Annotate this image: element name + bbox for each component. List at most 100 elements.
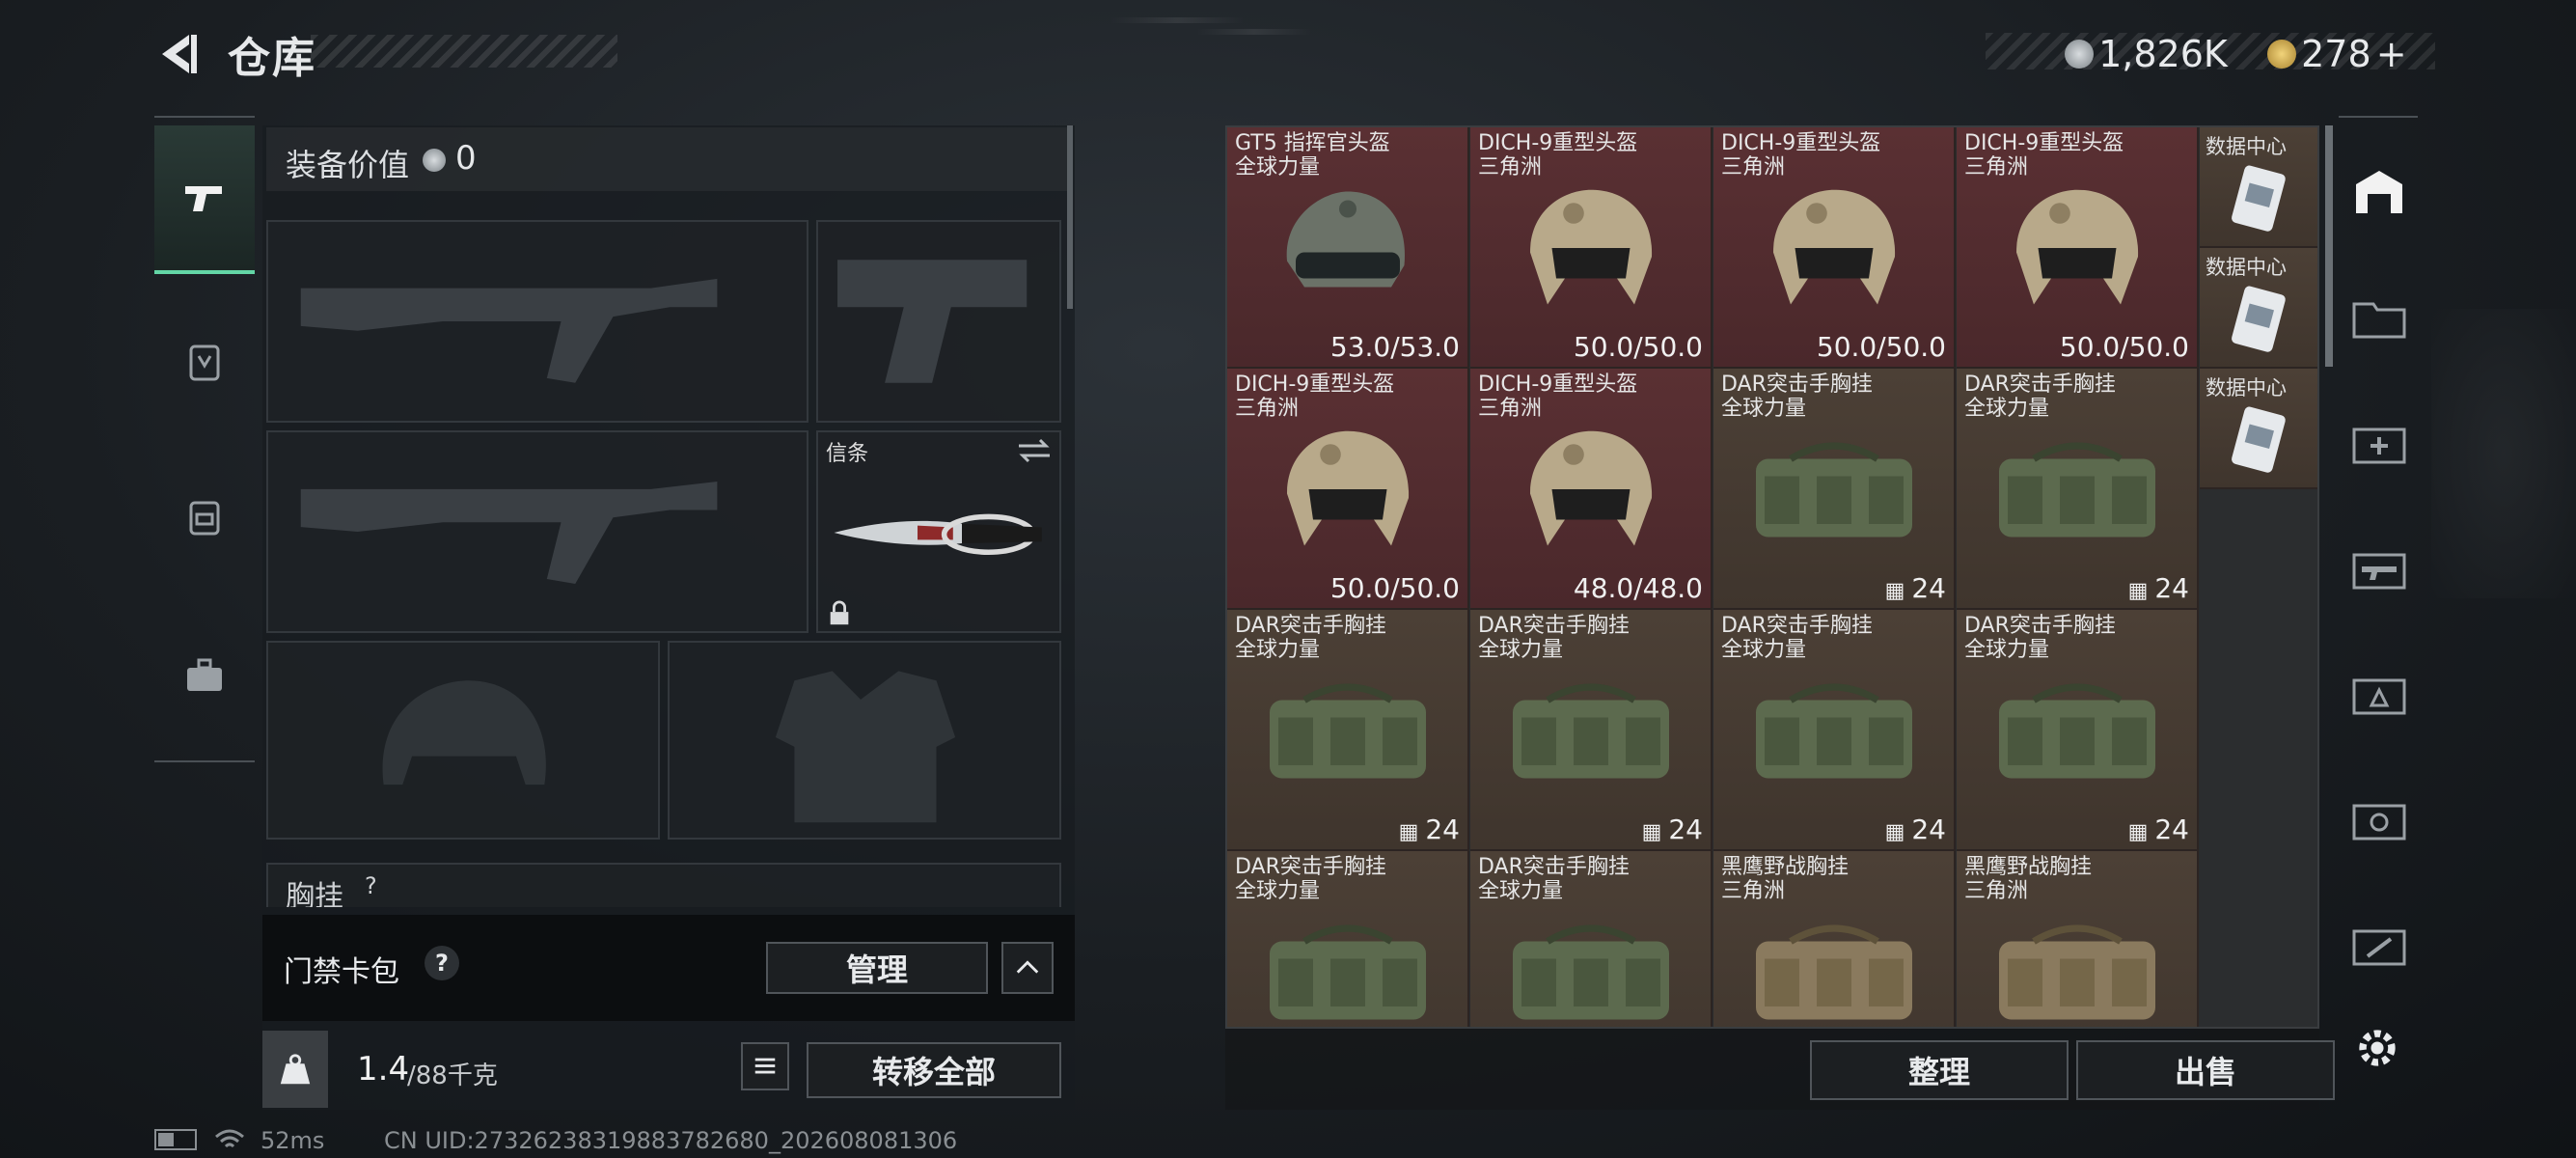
- stash-item[interactable]: DICH-9重型头盔 三角洲 50.0/50.0: [1227, 369, 1469, 610]
- stash-item[interactable]: DICH-9重型头盔 三角洲 48.0/48.0: [1470, 369, 1713, 610]
- rifle-silhouette-icon: [300, 482, 718, 584]
- stash-item[interactable]: GT5 指挥官头盔 全球力量 53.0/53.0: [1227, 127, 1469, 369]
- stash-item[interactable]: DAR突击手胸挂 全球力量 ▦ 24: [1227, 610, 1469, 851]
- right-tabs-divider: [2339, 116, 2418, 118]
- transfer-all-button[interactable]: 转移全部: [807, 1042, 1061, 1098]
- stash-item[interactable]: DAR突击手胸挂 全球力量 ▦ 24: [1957, 610, 2199, 851]
- collapse-button[interactable]: [1001, 942, 1054, 994]
- item-value-text: 48.0/48.0: [1573, 572, 1703, 604]
- stash-item-name: DAR突击手胸挂 全球力量: [1964, 614, 2116, 662]
- capacity-value: ▦ 24: [1642, 813, 1703, 845]
- weight-icon-box: [262, 1031, 328, 1108]
- item-value-text: 50.0/50.0: [1816, 331, 1946, 363]
- currency-add-icon[interactable]: +: [2376, 33, 2407, 75]
- stash-item[interactable]: 黑鹰野战胸挂 三角洲: [1957, 851, 2199, 1027]
- durability-value: 50.0/50.0: [1330, 572, 1460, 604]
- stash-item[interactable]: DAR突击手胸挂 全球力量 ▦ 24: [1713, 369, 1956, 610]
- wifi-icon: [215, 1129, 244, 1148]
- stash-item-name: DAR突击手胸挂 全球力量: [1235, 614, 1386, 662]
- stash-small-item[interactable]: 数据中心: [2200, 127, 2317, 248]
- tab-stash-4[interactable]: [2335, 637, 2424, 751]
- item-value-text: 24: [1911, 572, 1946, 604]
- capacity-value: ▦ 24: [1399, 813, 1460, 845]
- stash-item[interactable]: DAR突击手胸挂 全球力量 ▦ 24: [1957, 369, 2199, 610]
- stash-item-name: 黑鹰野战胸挂 三角洲: [1721, 855, 1849, 903]
- equipment-scrollbar[interactable]: [1067, 125, 1073, 309]
- list-view-button[interactable]: [741, 1042, 789, 1090]
- capacity-icon: ▦: [1884, 820, 1912, 844]
- stash-item-title: DICH-9重型头盔: [1964, 131, 2124, 155]
- data-card-icon: [2232, 406, 2286, 473]
- stash-item[interactable]: DAR突击手胸挂 全球力量: [1470, 851, 1713, 1027]
- melee-slot[interactable]: 信条: [816, 430, 1061, 633]
- chest-rig-icon: [1270, 924, 1426, 1020]
- item-value-text: 50.0/50.0: [1329, 572, 1460, 604]
- item-value-text: 50.0/50.0: [1573, 331, 1703, 363]
- tab-stash-1[interactable]: [2335, 261, 2424, 374]
- stash-scrollbar[interactable]: [2325, 125, 2333, 367]
- tab-stash-6[interactable]: [2335, 888, 2424, 1002]
- capacity-icon: ▦: [2127, 820, 2155, 844]
- stash-item[interactable]: DAR突击手胸挂 全球力量: [1227, 851, 1469, 1027]
- currency-silver[interactable]: 1,826K: [2065, 33, 2228, 75]
- manage-button[interactable]: 管理: [766, 942, 988, 994]
- stash-item[interactable]: 黑鹰野战胸挂 三角洲: [1713, 851, 1956, 1027]
- tab-stash-main[interactable]: [2335, 135, 2424, 249]
- tab-stash-3[interactable]: [2335, 511, 2424, 625]
- tab-case[interactable]: [154, 603, 255, 748]
- ping-text: 52ms: [260, 1127, 325, 1154]
- stash-small-item[interactable]: 数据中心: [2200, 248, 2317, 369]
- stash-small-item[interactable]: 数据中心: [2200, 369, 2317, 489]
- chest-rig-slot[interactable]: 胸挂 ?: [266, 863, 1061, 907]
- primary-weapon-slot[interactable]: [266, 220, 808, 423]
- tab-stash-5[interactable]: [2335, 762, 2424, 876]
- stash-item-title: DICH-9重型头盔: [1478, 131, 1638, 155]
- stash-item-name: 黑鹰野战胸挂 三角洲: [1964, 855, 2092, 903]
- helmet-slot[interactable]: [266, 641, 660, 840]
- weight-row: 1.4 /88千克 转移全部: [262, 1031, 1075, 1108]
- chest-rig-icon: [1999, 683, 2155, 779]
- currency-gold[interactable]: 278 +: [2267, 33, 2407, 75]
- sell-button[interactable]: 出售: [2076, 1040, 2335, 1100]
- stash-item[interactable]: DICH-9重型头盔 三角洲 50.0/50.0: [1713, 127, 1956, 369]
- chest-rig-icon: [1270, 683, 1426, 779]
- stash-item-name: DAR突击手胸挂 全球力量: [1964, 372, 2116, 421]
- list-icon: [754, 1058, 776, 1074]
- stash-item[interactable]: DAR突击手胸挂 全球力量 ▦ 24: [1470, 610, 1713, 851]
- chest-rig-icon: [1513, 683, 1669, 779]
- swap-icon[interactable]: [1015, 436, 1054, 465]
- stash-folder-icon: [2352, 302, 2406, 339]
- rifle-silhouette-icon: [300, 278, 718, 383]
- tab-armor[interactable]: [154, 290, 255, 434]
- vest-silhouette-icon: [775, 671, 956, 823]
- stash-item-name: DICH-9重型头盔 三角洲: [1478, 372, 1637, 421]
- secondary-weapon-slot[interactable]: [266, 430, 808, 633]
- tab-stash-2[interactable]: [2335, 386, 2424, 500]
- stash-small-item-name: 数据中心: [2206, 135, 2287, 158]
- durability-value: 50.0/50.0: [1574, 331, 1703, 363]
- chest-rig-icon: [1513, 924, 1669, 1020]
- stash-item-title: 黑鹰野战胸挂: [1964, 855, 2093, 879]
- stash-item[interactable]: DAR突击手胸挂 全球力量 ▦ 24: [1713, 610, 1956, 851]
- sort-button[interactable]: 整理: [1810, 1040, 2069, 1100]
- chest-rig-icon: [1756, 924, 1912, 1020]
- tab-weapons[interactable]: [154, 125, 255, 274]
- chevron-up-icon: [1016, 960, 1039, 974]
- item-value-text: 24: [2154, 572, 2189, 604]
- stash-weapon-icon: [2352, 553, 2406, 590]
- body-armor-slot[interactable]: [668, 641, 1061, 840]
- help-icon[interactable]: ?: [425, 946, 459, 980]
- durability-value: 53.0/53.0: [1330, 331, 1460, 363]
- sidearm-slot[interactable]: [816, 220, 1061, 423]
- currency-silver-amount: 1,826K: [2098, 33, 2228, 75]
- back-button[interactable]: [154, 29, 205, 79]
- tab-backpack[interactable]: [154, 444, 255, 589]
- settings-button[interactable]: [2350, 1021, 2408, 1079]
- weight-icon: [280, 1054, 311, 1085]
- silver-coin-icon: [2065, 40, 2094, 69]
- stash-item-name: DICH-9重型头盔 三角洲: [1721, 131, 1880, 179]
- stash-item[interactable]: DICH-9重型头盔 三角洲 50.0/50.0: [1470, 127, 1713, 369]
- stash-item[interactable]: DICH-9重型头盔 三角洲 50.0/50.0: [1957, 127, 2199, 369]
- stash-item-title: DAR突击手胸挂: [1235, 855, 1386, 879]
- stash-item-title: DICH-9重型头盔: [1478, 372, 1638, 397]
